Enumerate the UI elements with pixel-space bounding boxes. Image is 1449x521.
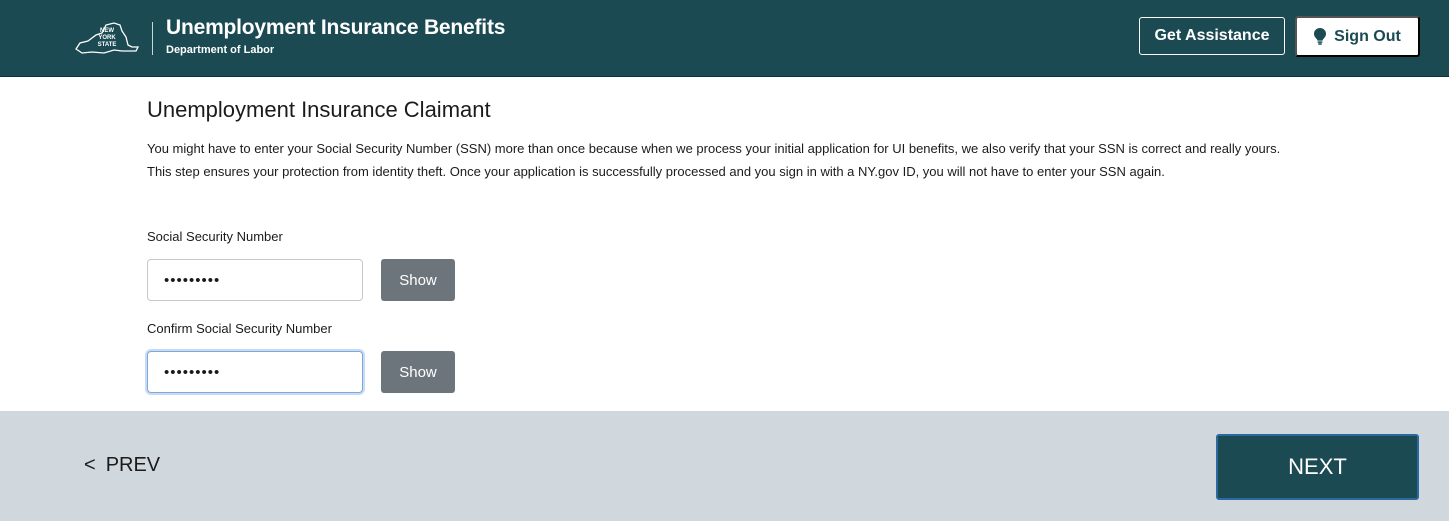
sign-out-button[interactable]: Sign Out xyxy=(1295,16,1420,57)
header-divider xyxy=(152,22,153,55)
confirm-ssn-input[interactable] xyxy=(147,351,363,393)
app-title: Unemployment Insurance Benefits xyxy=(166,16,506,39)
svg-text:STATE: STATE xyxy=(98,42,117,48)
page-title: Unemployment Insurance Claimant xyxy=(147,97,491,122)
department-name: Department of Labor xyxy=(166,44,275,56)
ssn-input[interactable] xyxy=(147,259,363,301)
sign-out-label: Sign Out xyxy=(1334,27,1401,45)
prev-button[interactable]: < PREV xyxy=(84,454,160,477)
prev-label: PREV xyxy=(105,454,161,476)
ssn-show-button[interactable]: Show xyxy=(381,259,455,301)
new-york-state-logo-icon[interactable]: NEW YORK STATE xyxy=(74,21,140,55)
svg-text:YORK: YORK xyxy=(98,35,116,41)
ssn-label: Social Security Number xyxy=(147,229,283,244)
intro-text: You might have to enter your Social Secu… xyxy=(147,141,1281,179)
get-assistance-button[interactable]: Get Assistance xyxy=(1139,17,1285,55)
next-button[interactable]: NEXT xyxy=(1216,434,1419,500)
chevron-left-icon: < xyxy=(84,454,96,476)
svg-text:NEW: NEW xyxy=(100,28,114,34)
top-header: NEW YORK STATE Unemployment Insurance Be… xyxy=(0,0,1449,77)
lightbulb-icon xyxy=(1314,28,1327,45)
confirm-ssn-show-button[interactable]: Show xyxy=(381,351,455,393)
confirm-ssn-label: Confirm Social Security Number xyxy=(147,321,332,336)
